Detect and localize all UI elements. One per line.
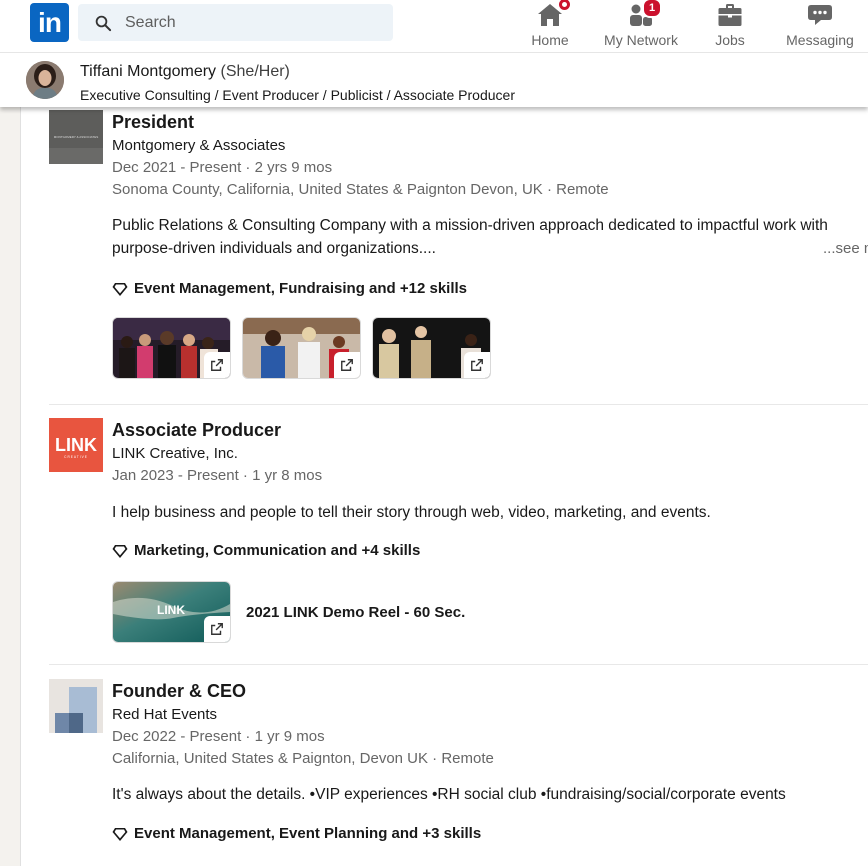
montgomery-logo: MONTGOMERY & ASSOCIATES: [49, 110, 103, 164]
skills-link[interactable]: Marketing, Communication and +4 skills: [112, 542, 868, 559]
sticky-profile-header: Tiffani Montgomery (She/Her) Executive C…: [0, 53, 868, 107]
nav-jobs-label: Jobs: [715, 32, 745, 48]
nav-my-network[interactable]: 1 My Network: [603, 0, 679, 52]
skills-link[interactable]: Event Management, Fundraising and +12 sk…: [112, 280, 868, 297]
link-logo-subtext: CREATIVE: [64, 455, 88, 459]
skills-link[interactable]: Event Management, Event Planning and +3 …: [112, 825, 868, 842]
avatar[interactable]: [26, 61, 64, 99]
company-name: Montgomery & Associates: [112, 137, 286, 154]
company-logo[interactable]: LINK CREATIVE: [49, 418, 103, 472]
nav-messaging[interactable]: Messaging: [786, 0, 854, 52]
media-row: LINK 2021 LINK Demo Reel - 60 Sec.: [112, 581, 868, 643]
nav-home[interactable]: Home: [530, 0, 573, 52]
external-link-icon: [334, 352, 360, 378]
skills-text: Marketing, Communication and +4 skills: [134, 542, 421, 559]
montgomery-logo-text: MONTGOMERY & ASSOCIATES: [54, 135, 99, 139]
nav-my-network-label: My Network: [604, 32, 678, 48]
job-title: Associate Producer: [112, 420, 282, 440]
media-thumbnail[interactable]: [242, 317, 361, 379]
media-thumbnail[interactable]: [112, 317, 231, 379]
search-icon: [95, 15, 112, 31]
diamond-icon: [112, 282, 128, 296]
media-row: [112, 317, 868, 379]
link-creative-logo: LINK CREATIVE: [49, 418, 103, 472]
profile-name: Tiffani Montgomery (She/Her): [80, 63, 290, 81]
company-logo[interactable]: MONTGOMERY & ASSOCIATES: [49, 110, 103, 164]
experience-item: MONTGOMERY & ASSOCIATES President Montgo…: [49, 110, 868, 400]
nav-jobs[interactable]: Jobs: [712, 0, 748, 52]
external-link-icon: [464, 352, 490, 378]
external-link-icon: [204, 616, 230, 642]
briefcase-icon: [718, 4, 742, 26]
global-nav: in Home 1 My Network: [0, 0, 868, 53]
see-more-link[interactable]: ...see m: [823, 237, 868, 260]
skills-text: Event Management, Event Planning and +3 …: [134, 825, 482, 842]
diamond-icon: [112, 544, 128, 558]
search-bar[interactable]: [78, 4, 393, 41]
profile-pronouns: (She/Her): [220, 63, 290, 80]
job-description: Public Relations & Consulting Company wi…: [112, 214, 868, 260]
avatar-photo: [26, 61, 64, 99]
media-title[interactable]: 2021 LINK Demo Reel - 60 Sec.: [246, 604, 465, 621]
experience-item: LINK CREATIVE Associate Producer LINK Cr…: [49, 418, 868, 666]
job-description: I help business and people to tell their…: [112, 504, 711, 521]
job-description: It's always about the details. •VIP expe…: [112, 786, 786, 803]
diamond-icon: [112, 827, 128, 841]
media-thumbnail[interactable]: [372, 317, 491, 379]
job-location: California, United States & Paignton, De…: [112, 750, 494, 767]
employment-dates: Dec 2021 - Present · 2 yrs 9 mos: [112, 159, 333, 176]
search-input[interactable]: [123, 12, 367, 33]
red-hat-events-logo: [49, 679, 103, 733]
company-name: LINK Creative, Inc.: [112, 445, 238, 462]
company-name: Red Hat Events: [112, 706, 218, 723]
job-title: Founder & CEO: [112, 681, 246, 701]
reel-logo-text: LINK: [157, 603, 185, 617]
experience-section: MONTGOMERY & ASSOCIATES President Montgo…: [0, 107, 868, 866]
nav-home-label: Home: [531, 32, 569, 48]
employment-dates: Dec 2022 - Present · 1 yr 9 mos: [112, 728, 325, 745]
nav-messaging-label: Messaging: [786, 32, 854, 48]
job-location: Sonoma County, California, United States…: [112, 181, 609, 198]
notification-dot: [556, 0, 573, 13]
profile-name-text: Tiffani Montgomery: [80, 63, 217, 80]
divider: [49, 664, 868, 665]
job-title: President: [112, 112, 195, 132]
company-logo[interactable]: [49, 679, 103, 733]
description-line: Public Relations & Consulting Company wi…: [112, 217, 828, 234]
skills-text: Event Management, Fundraising and +12 sk…: [134, 280, 468, 297]
left-gutter: [0, 107, 21, 866]
external-link-icon: [204, 352, 230, 378]
linkedin-logo[interactable]: in: [30, 3, 69, 42]
media-thumbnail[interactable]: LINK: [112, 581, 231, 643]
description-line: purpose-driven individuals and organizat…: [112, 240, 436, 257]
link-logo-text: LINK: [55, 435, 97, 455]
experience-item: Founder & CEO Red Hat Events Dec 2022 - …: [49, 679, 868, 866]
employment-dates: Jan 2023 - Present · 1 yr 8 mos: [112, 467, 323, 484]
network-badge: 1: [642, 0, 662, 18]
chat-icon: [808, 5, 832, 25]
divider: [49, 404, 868, 405]
profile-headline: Executive Consulting / Event Producer / …: [80, 87, 515, 103]
